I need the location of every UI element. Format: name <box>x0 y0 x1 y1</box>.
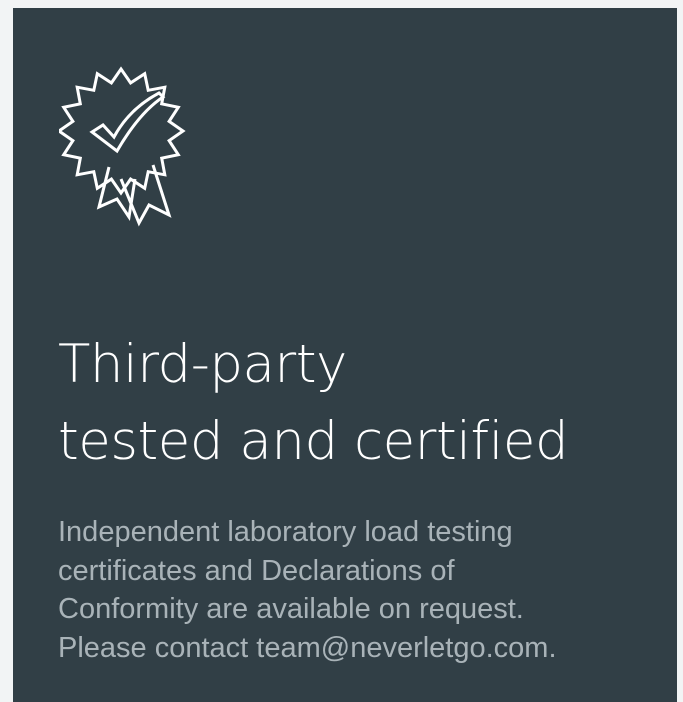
page-title: Third-party tested and certified <box>58 326 658 480</box>
description: Independent laboratory load testing cert… <box>58 513 618 667</box>
title-line: tested and certified <box>58 411 569 472</box>
description-line: Conformity are available on request. <box>58 593 524 625</box>
title-line: Third-party <box>58 334 347 395</box>
description-line: certificates and Declarations of <box>58 554 455 587</box>
feature-card: Third-party tested and certified Indepen… <box>13 8 677 702</box>
certified-rosette-check-icon <box>59 66 186 227</box>
description-line: Please contact team@neverletgo.com. <box>58 631 557 664</box>
description-line: Independent laboratory load testing <box>58 516 513 548</box>
